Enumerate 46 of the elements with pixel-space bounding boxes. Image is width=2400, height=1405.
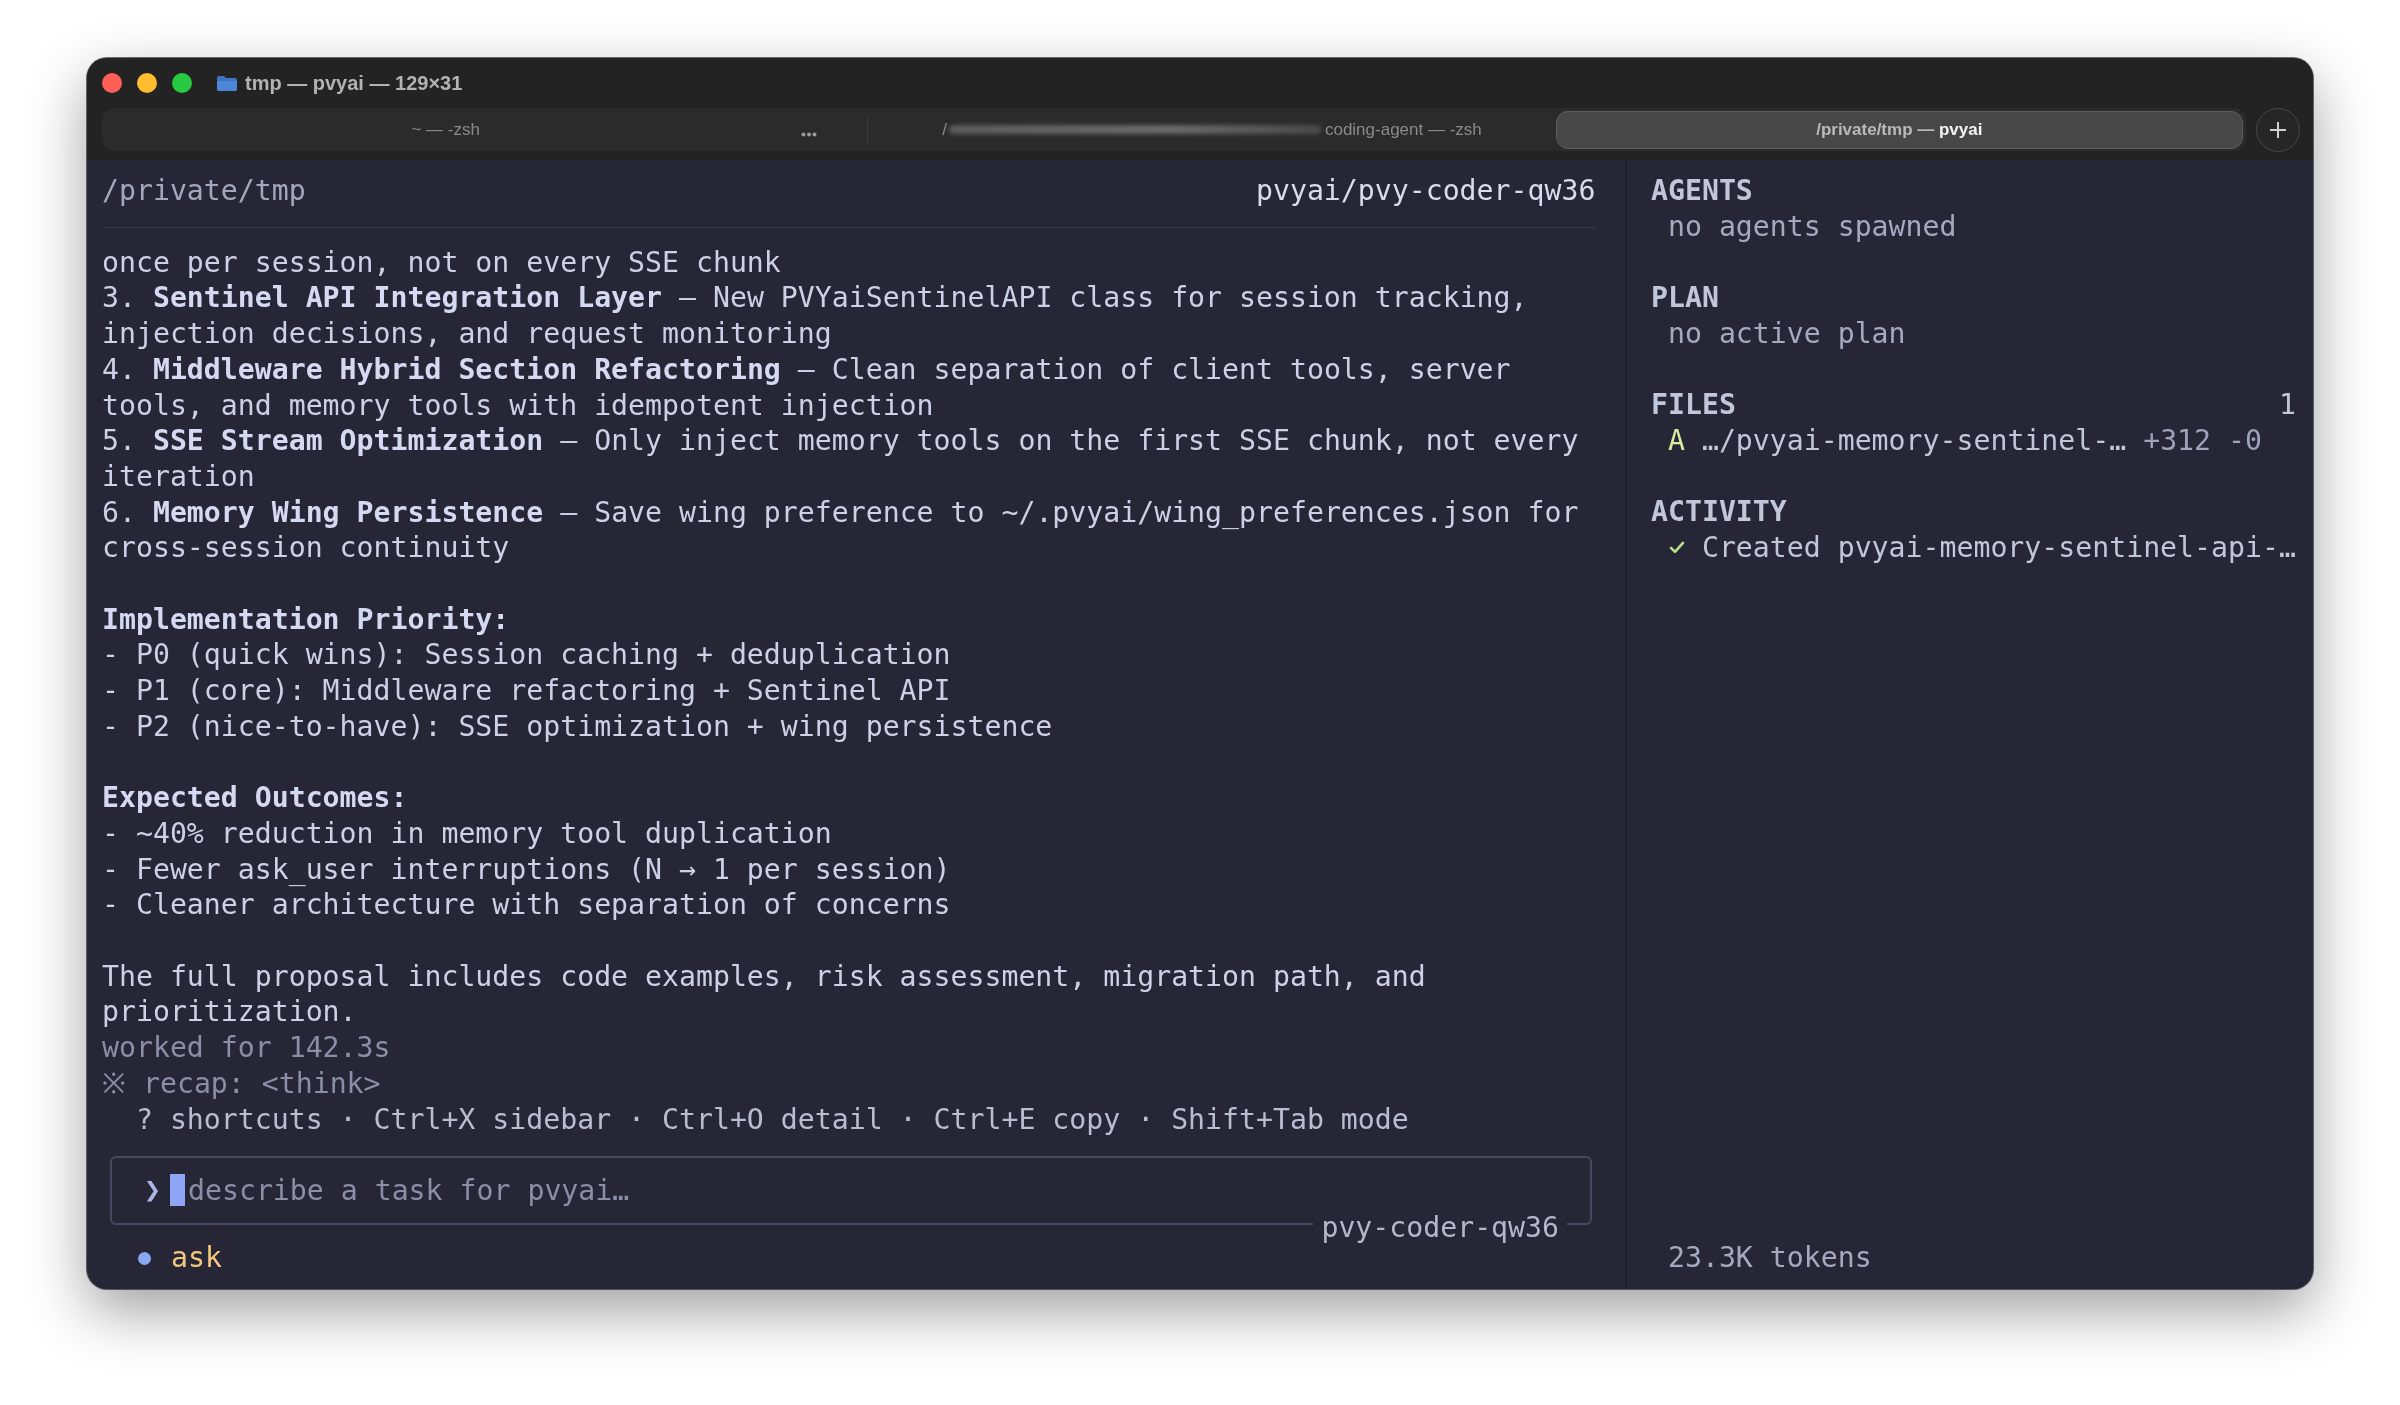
file-status: A xyxy=(1667,422,1685,459)
text-cursor xyxy=(170,1174,185,1207)
working-directory: /private/tmp xyxy=(102,173,306,209)
status-text: worked for 142.3s xyxy=(102,1030,391,1066)
empty-state-text: no active plan xyxy=(1667,315,1906,352)
output-text: 4. Middleware Hybrid Section Refactoring — Clean separation of client tools, server tools, and memory tools with idempotent injection xyxy=(102,351,1512,424)
file-count: 1 xyxy=(2279,387,2296,423)
model-name: pvyai/pvy-coder-qw36 xyxy=(1255,173,1596,209)
window-title: tmp — pvyai — 129×31 xyxy=(245,71,463,96)
output-text: 5. SSE Stream Optimization — Only inject memory tools on the first SSE chunk, not every iteration xyxy=(102,423,1580,495)
token-count: 23.3K tokens xyxy=(1667,1240,1872,1276)
section-title: FILES xyxy=(1651,387,1736,423)
output-text: - P2 (nice-to-have): SSE optimization + wing persistence xyxy=(102,708,1053,745)
output-text: 6. Memory Wing Persistence — Save wing preference to ~/.pvyai/wing_preferences.json for cross-session continuity xyxy=(102,494,1580,567)
shortcuts-hint: ? shortcuts · Ctrl+X sidebar · Ctrl+O detail · Ctrl+E copy · Shift+Tab mode xyxy=(135,1101,1409,1138)
output-text: - P1 (core): Middleware refactoring + Sentinel API xyxy=(102,673,951,709)
section-heading: Implementation Priority: xyxy=(102,601,510,638)
diff-stat: +312 -0 xyxy=(2143,422,2262,459)
folder-icon xyxy=(216,74,238,92)
activity-text: Created pvyai-memory-sentinel-api-… xyxy=(1701,530,2296,566)
close-button[interactable] xyxy=(102,73,122,93)
plus-icon xyxy=(2269,120,2287,139)
output-text: 3. Sentinel API Integration Layer — New PVYaiSentinelAPI class for session tracking, injection decisions, and request monitoring xyxy=(102,280,1529,352)
status-dot-icon xyxy=(138,1251,151,1265)
status-text: ※ recap: <think> xyxy=(102,1065,381,1102)
output-text: once per session, not on every SSE chunk xyxy=(102,244,781,281)
mode-label: ask xyxy=(171,1240,222,1276)
section-title: AGENTS xyxy=(1651,173,1753,209)
section-heading: Expected Outcomes: xyxy=(102,780,408,816)
file-path[interactable]: …/pvyai-memory-sentinel-… xyxy=(1701,422,2127,459)
section-title: PLAN xyxy=(1651,280,1719,316)
output-text: - Cleaner architecture with separation of concerns xyxy=(102,887,951,924)
minimize-button[interactable] xyxy=(137,73,157,93)
tab[interactable]: /private/tmp — pvyai xyxy=(1555,110,2243,149)
empty-state-text: no agents spawned xyxy=(1667,208,1957,245)
output-text: - P0 (quick wins): Session caching + deduplication xyxy=(102,637,951,674)
output-text: - Fewer ask_user interruptions (N → 1 per session) xyxy=(102,851,951,888)
prompt-symbol: ❯ xyxy=(144,1172,161,1208)
section-title: ACTIVITY xyxy=(1651,494,1787,530)
zoom-button[interactable] xyxy=(172,73,192,93)
output-text: The full proposal includes code examples, risk assessment, migration path, and prioritization. xyxy=(102,958,1427,1031)
more-icon[interactable] xyxy=(801,132,818,137)
tab[interactable]: ~ — -zsh xyxy=(102,110,790,149)
tab[interactable]: / coding-agent — -zsh xyxy=(868,110,1556,149)
output-text: - ~40% reduction in memory tool duplication xyxy=(102,815,832,852)
new-tab-button[interactable] xyxy=(2256,107,2300,152)
